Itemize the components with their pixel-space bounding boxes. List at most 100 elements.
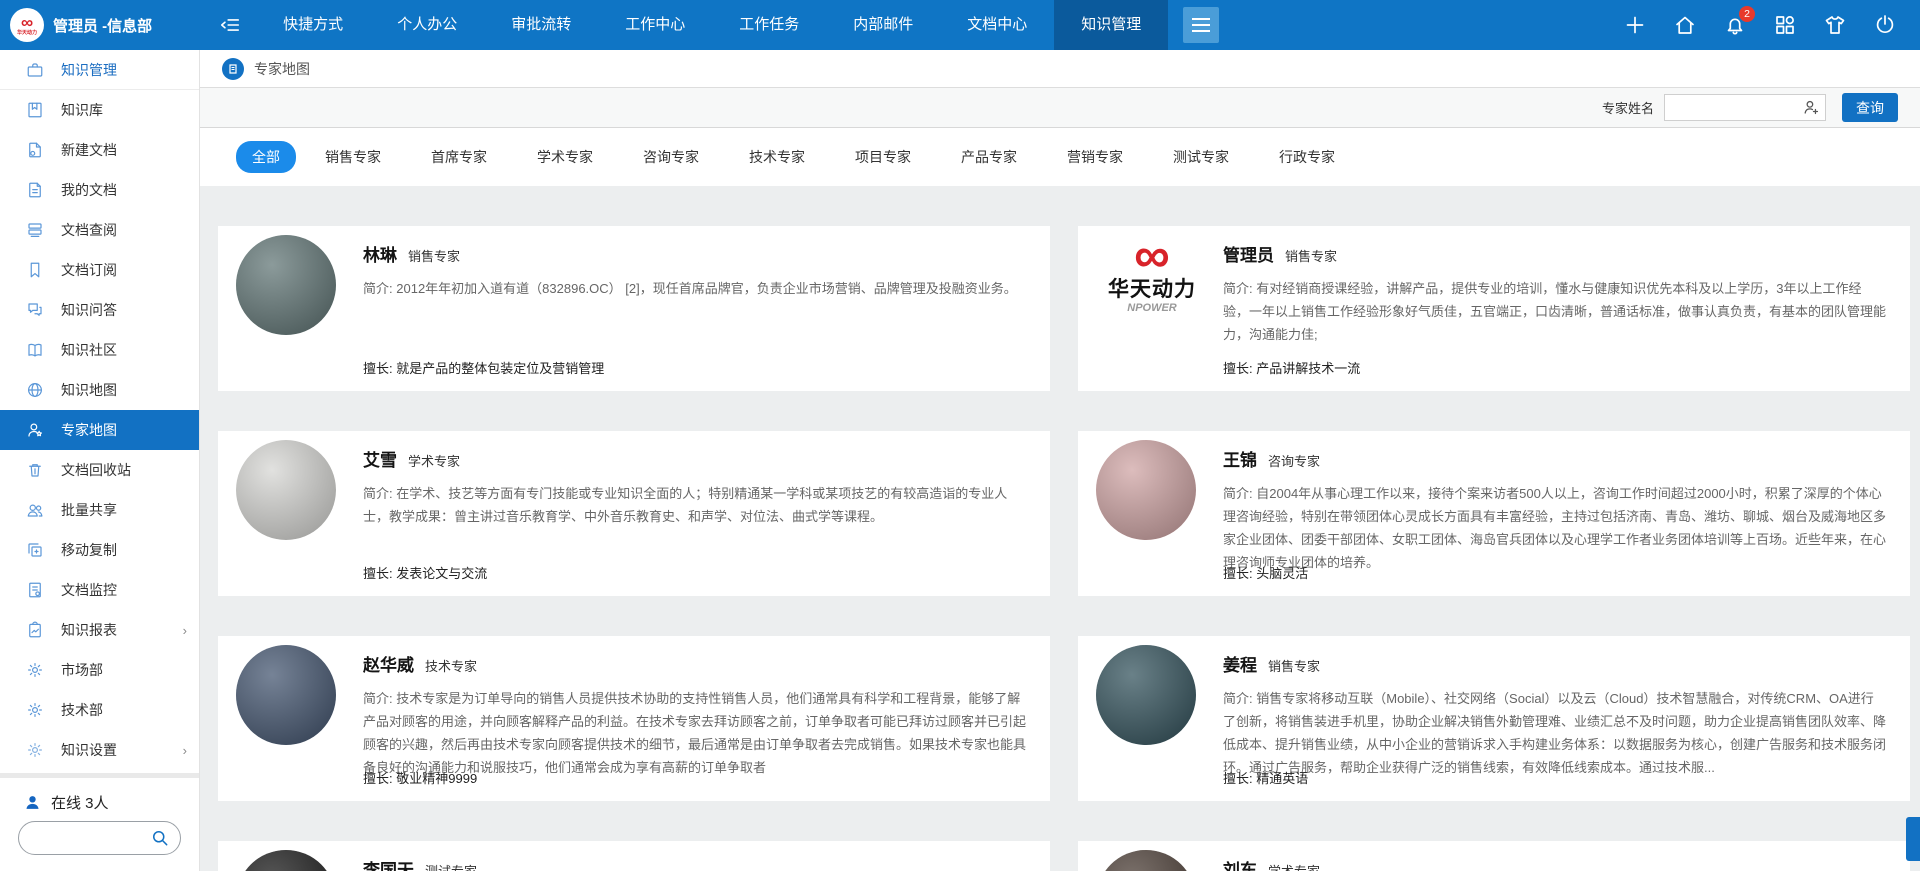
- person-add-icon[interactable]: [1802, 98, 1821, 122]
- apps-icon[interactable]: [1772, 12, 1798, 38]
- expert-card-grid: 林琳销售专家 简介: 2012年年初加入道有道（832896.OC） [2]，现…: [200, 186, 1920, 871]
- query-button[interactable]: 查询: [1842, 93, 1898, 122]
- library-icon: [26, 101, 44, 119]
- sidebar-item-expert-map[interactable]: 专家地图: [0, 410, 199, 450]
- sidebar-item-document-review[interactable]: 文档查阅: [0, 210, 199, 250]
- sidebar-item-label: 市场部: [61, 660, 103, 680]
- tab-marketing-expert[interactable]: 营销专家: [1046, 141, 1144, 173]
- expert-card-admin[interactable]: ∞ 华天动力 NPOWER 管理员销售专家 简介: 有对经销商授课经验，讲解产品…: [1078, 226, 1910, 391]
- power-icon[interactable]: [1872, 12, 1898, 38]
- sidebar-item-mobile-copy[interactable]: 移动复制: [0, 530, 199, 570]
- new-document-icon: [26, 141, 44, 159]
- sidebar-item-new-document[interactable]: 新建文档: [0, 130, 199, 170]
- expert-star-icon: [26, 421, 44, 439]
- top-navigation-bar: ∞ 华天动力 管理员 -信息部 快捷方式 个人办公 审批流转 工作中心 工作任务…: [0, 0, 1920, 50]
- chevron-right-icon[interactable]: ›: [183, 743, 187, 758]
- expert-card-zhaohuawei[interactable]: 赵华威技术专家 简介: 技术专家是为订单导向的销售人员提供技术协助的支持性销售人…: [218, 636, 1050, 801]
- sidebar-item-knowledge-base[interactable]: 知识库: [0, 90, 199, 130]
- expert-card-aixue[interactable]: 艾雪学术专家 简介: 在学术、技艺等方面有专门技能或专业知识全面的人；特别精通某…: [218, 431, 1050, 596]
- sidebar-item-recycle-bin[interactable]: 文档回收站: [0, 450, 199, 490]
- plus-icon[interactable]: [1622, 12, 1648, 38]
- sidebar-item-tech-dept[interactable]: 技术部: [0, 690, 199, 730]
- expert-card-liudong[interactable]: 刘东学术专家: [1078, 841, 1910, 871]
- my-document-icon: [26, 181, 44, 199]
- gear-icon: [26, 661, 44, 679]
- share-users-icon: [26, 501, 44, 519]
- sidebar-item-knowledge-reports[interactable]: 知识报表 ›: [0, 610, 199, 650]
- gear-icon: [26, 701, 44, 719]
- nav-item-document-center[interactable]: 文档中心: [940, 0, 1054, 50]
- sidebar-item-my-documents[interactable]: 我的文档: [0, 170, 199, 210]
- tab-project-expert[interactable]: 项目专家: [834, 141, 932, 173]
- sidebar-item-document-subscribe[interactable]: 文档订阅: [0, 250, 199, 290]
- expert-name: 李国天: [363, 861, 414, 871]
- expert-name: 林琳: [363, 246, 397, 265]
- sidebar-item-label: 知识地图: [61, 380, 117, 400]
- expert-card-jiangcheng[interactable]: 姜程销售专家 简介: 销售专家将移动互联（Mobile）、社交网络（Social…: [1078, 636, 1910, 801]
- sidebar-item-knowledge-map[interactable]: 知识地图: [0, 370, 199, 410]
- tab-product-expert[interactable]: 产品专家: [940, 141, 1038, 173]
- sidebar-item-marketing-dept[interactable]: 市场部: [0, 650, 199, 690]
- bell-icon[interactable]: 2: [1722, 12, 1748, 38]
- expert-name: 艾雪: [363, 451, 397, 470]
- sidebar-item-label: 知识设置: [61, 740, 117, 760]
- chevron-right-icon[interactable]: ›: [183, 623, 187, 638]
- logo-infinity-mark: ∞: [21, 14, 33, 31]
- tab-chief-expert[interactable]: 首席专家: [410, 141, 508, 173]
- sidebar-item-label: 知识库: [61, 100, 103, 120]
- company-logo-avatar: ∞ 华天动力 NPOWER: [1100, 234, 1204, 314]
- sidebar-item-label: 知识管理: [61, 60, 117, 80]
- sidebar-footer: 在线 3人: [0, 773, 199, 871]
- sidebar-item-label: 我的文档: [61, 180, 117, 200]
- floating-action-button[interactable]: [1906, 817, 1920, 861]
- tab-test-expert[interactable]: 测试专家: [1152, 141, 1250, 173]
- expert-skill: 擅长: 头脑灵活: [1223, 563, 1886, 582]
- briefcase-icon: [26, 61, 44, 79]
- tab-consulting-expert[interactable]: 咨询专家: [622, 141, 720, 173]
- avatar: [236, 235, 336, 335]
- expert-name: 姜程: [1223, 656, 1257, 675]
- monitor-document-icon: [26, 581, 44, 599]
- sidebar-item-label: 新建文档: [61, 140, 117, 160]
- nav-item-personal-office[interactable]: 个人办公: [370, 0, 484, 50]
- nav-item-shortcuts[interactable]: 快捷方式: [256, 0, 370, 50]
- tab-academic-expert[interactable]: 学术专家: [516, 141, 614, 173]
- expert-card-wangjin[interactable]: 王锦咨询专家 简介: 自2004年从事心理工作以来，接待个案来访者500人以上，…: [1078, 431, 1910, 596]
- sidebar-item-document-monitor[interactable]: 文档监控: [0, 570, 199, 610]
- search-icon[interactable]: [150, 828, 170, 853]
- sidebar-item-label: 知识社区: [61, 340, 117, 360]
- topbar-action-icons: 2: [1622, 12, 1920, 38]
- tab-admin-expert[interactable]: 行政专家: [1258, 141, 1356, 173]
- expert-name-label: 专家姓名: [1602, 98, 1654, 117]
- tab-technical-expert[interactable]: 技术专家: [728, 141, 826, 173]
- expert-category: 销售专家: [1285, 249, 1337, 264]
- tab-sales-expert[interactable]: 销售专家: [304, 141, 402, 173]
- expert-card-liguotian[interactable]: 李国天测试专家: [218, 841, 1050, 871]
- nav-item-approval-flow[interactable]: 审批流转: [484, 0, 598, 50]
- expert-category: 咨询专家: [1268, 454, 1320, 469]
- nav-item-internal-mail[interactable]: 内部邮件: [826, 0, 940, 50]
- expert-card-linlin[interactable]: 林琳销售专家 简介: 2012年年初加入道有道（832896.OC） [2]，现…: [218, 226, 1050, 391]
- sidebar-item-knowledge-settings[interactable]: 知识设置 ›: [0, 730, 199, 770]
- expert-skill: 擅长: 敬业精神9999: [363, 768, 1026, 787]
- avatar: [236, 440, 336, 540]
- gear-icon: [26, 741, 44, 759]
- sidebar-item-knowledge-community[interactable]: 知识社区: [0, 330, 199, 370]
- company-logo[interactable]: ∞ 华天动力: [10, 8, 44, 42]
- nav-item-work-tasks[interactable]: 工作任务: [712, 0, 826, 50]
- online-count-label: 在线 3人: [51, 792, 109, 813]
- sidebar-item-batch-share[interactable]: 批量共享: [0, 490, 199, 530]
- expert-category: 销售专家: [1268, 659, 1320, 674]
- nav-item-knowledge-management[interactable]: 知识管理: [1054, 0, 1168, 50]
- nav-item-work-center[interactable]: 工作中心: [598, 0, 712, 50]
- sidebar-item-label: 文档监控: [61, 580, 117, 600]
- tab-all[interactable]: 全部: [236, 141, 296, 173]
- home-icon[interactable]: [1672, 12, 1698, 38]
- more-menu-icon[interactable]: [1183, 7, 1219, 43]
- shirt-icon[interactable]: [1822, 12, 1848, 38]
- collapse-menu-icon[interactable]: [210, 0, 250, 50]
- sidebar-item-label: 专家地图: [61, 420, 117, 440]
- sidebar-item-knowledge-qa[interactable]: 知识问答: [0, 290, 199, 330]
- sidebar-item-knowledge-management[interactable]: 知识管理: [0, 50, 199, 90]
- expert-name: 王锦: [1223, 451, 1257, 470]
